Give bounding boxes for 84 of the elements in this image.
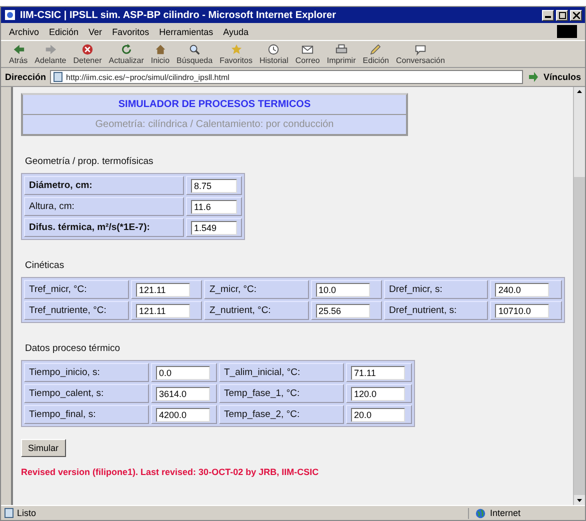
close-icon bbox=[572, 12, 580, 18]
toolbar-button[interactable]: Imprimir bbox=[324, 43, 358, 65]
simulate-button[interactable]: Simular bbox=[21, 439, 66, 457]
input-field[interactable]: 20.0 bbox=[351, 408, 405, 422]
maximize-button[interactable] bbox=[556, 10, 568, 20]
speech-bubble-icon bbox=[414, 43, 427, 56]
input-field[interactable]: 8.75 bbox=[191, 178, 237, 192]
house-icon bbox=[154, 43, 167, 56]
field-label: Tiempo_calent, s: bbox=[29, 388, 104, 399]
menu-item[interactable]: Ayuda bbox=[223, 26, 248, 36]
toolbar-button[interactable]: Actualizar bbox=[106, 43, 146, 65]
field-label: Temp_fase_2, °C: bbox=[224, 409, 300, 420]
page-icon bbox=[53, 72, 64, 82]
minimize-button[interactable] bbox=[542, 10, 554, 20]
refresh-icon bbox=[120, 43, 133, 56]
close-button[interactable] bbox=[570, 10, 582, 20]
field-label: Tiempo_inicio, s: bbox=[29, 367, 100, 378]
pencil-icon bbox=[369, 43, 382, 56]
globe-icon bbox=[475, 508, 486, 518]
field-label: Altura, cm: bbox=[29, 201, 74, 212]
address-field[interactable]: http://iim.csic.es/~proc/simul/cilindro_ipsll.html bbox=[50, 70, 524, 84]
field-label: Difus. térmica, m²/s(*1E-7): bbox=[29, 222, 150, 233]
toolbar-button[interactable]: Detener bbox=[71, 43, 104, 65]
field-label: Diámetro, cm: bbox=[29, 180, 92, 191]
printer-icon bbox=[334, 43, 348, 56]
toolbar-button[interactable]: Correo bbox=[293, 43, 322, 65]
field-label: Tref_nutriente, °C: bbox=[29, 305, 106, 316]
browser-logo bbox=[557, 25, 577, 38]
field-label: Dref_nutrient, s: bbox=[389, 305, 457, 316]
field-label: Temp_fase_1, °C: bbox=[224, 388, 300, 399]
menu-item[interactable]: Ver bbox=[88, 26, 102, 36]
toolbar-button[interactable]: Inicio bbox=[148, 43, 172, 65]
page-icon bbox=[4, 9, 16, 21]
toolbar-button[interactable]: Atrás bbox=[7, 43, 30, 65]
arrow-right-icon[interactable] bbox=[527, 71, 540, 83]
input-field[interactable]: 1.549 bbox=[191, 220, 237, 234]
input-field[interactable]: 4200.0 bbox=[156, 408, 210, 422]
toolbar-button[interactable]: Conversación bbox=[394, 43, 447, 65]
section-heading: Cinéticas bbox=[25, 260, 66, 271]
maximize-icon bbox=[558, 12, 566, 18]
field-label: Tref_micr, °C: bbox=[29, 284, 87, 295]
input-field[interactable]: 240.0 bbox=[495, 282, 550, 296]
address-label: Dirección bbox=[5, 72, 46, 82]
field-label: Z_micr, °C: bbox=[209, 284, 257, 295]
input-field[interactable]: 11.6 bbox=[191, 200, 237, 214]
page-title: SIMULADOR DE PROCESOS TERMICOS bbox=[23, 95, 406, 115]
zone-text: Internet bbox=[490, 508, 521, 518]
search-icon bbox=[188, 43, 202, 56]
section-heading: Geometría / prop. termofísicas bbox=[25, 156, 154, 167]
arrow-right-icon bbox=[44, 43, 57, 56]
clock-icon bbox=[267, 43, 280, 56]
links-label[interactable]: Vínculos bbox=[543, 72, 581, 82]
field-label: T_alim_inicial, °C: bbox=[224, 367, 300, 378]
input-field[interactable]: 0.0 bbox=[156, 366, 210, 380]
menu-item[interactable]: Edición bbox=[49, 26, 79, 36]
section-heading: Datos proceso térmico bbox=[25, 343, 122, 354]
star-icon bbox=[230, 43, 243, 56]
toolbar-button[interactable]: Favoritos bbox=[218, 43, 254, 65]
menu-item[interactable]: Archivo bbox=[9, 26, 40, 36]
toolbar-button[interactable]: Edición bbox=[360, 43, 391, 65]
input-field[interactable]: 10710.0 bbox=[495, 304, 550, 318]
input-field[interactable]: 121.11 bbox=[136, 304, 190, 318]
page-icon bbox=[4, 508, 14, 518]
envelope-icon bbox=[301, 43, 314, 56]
input-field[interactable]: 71.11 bbox=[351, 366, 405, 380]
field-label: Tiempo_final, s: bbox=[29, 409, 96, 420]
window-title: IIM-CSIC | IPSLL sim. ASP-BP cilindro - Microsoft Internet Explorer bbox=[20, 10, 337, 20]
menu-item[interactable]: Favoritos bbox=[112, 26, 150, 36]
page-subtitle: Geometría: cilíndrica / Calentamiento: por conducción bbox=[94, 118, 335, 132]
input-field[interactable]: 10.0 bbox=[316, 282, 370, 296]
toolbar-button[interactable]: Búsqueda bbox=[174, 43, 215, 65]
status-text: Listo bbox=[17, 508, 36, 518]
input-field[interactable]: 3614.0 bbox=[156, 386, 210, 400]
input-field[interactable]: 120.0 bbox=[351, 386, 405, 400]
toolbar-button[interactable]: Historial bbox=[257, 43, 290, 65]
toolbar-button[interactable]: Adelante bbox=[32, 43, 68, 65]
stop-icon bbox=[81, 43, 94, 56]
menu-item[interactable]: Herramientas bbox=[159, 26, 214, 36]
input-field[interactable]: 121.11 bbox=[136, 282, 190, 296]
revision-note: Revised version (filipone1). Last revised: 30-OCT-02 by JRB, IIM-CSIC bbox=[21, 467, 320, 477]
field-label: Dref_micr, s: bbox=[389, 284, 442, 295]
field-label: Z_nutrient, °C: bbox=[209, 305, 271, 316]
arrow-left-icon bbox=[12, 43, 25, 56]
input-field[interactable]: 25.56 bbox=[316, 304, 370, 318]
